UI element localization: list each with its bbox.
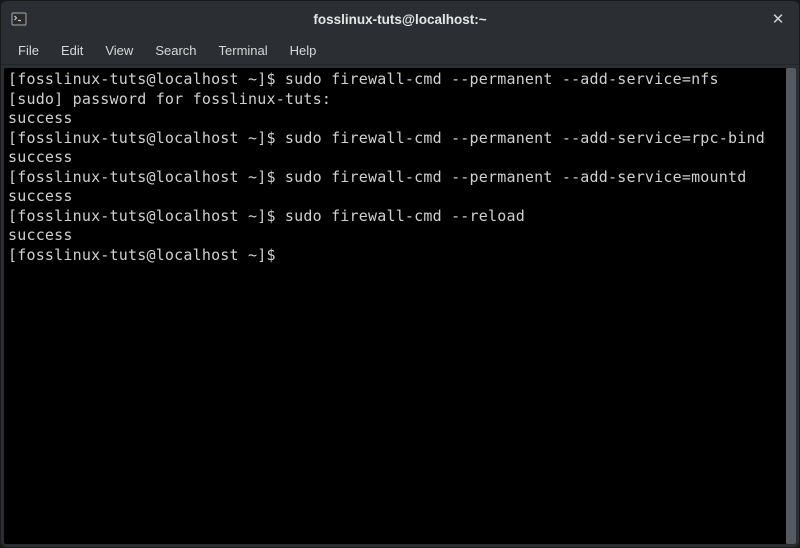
menu-search[interactable]: Search [144, 39, 207, 62]
terminal-line: [sudo] password for fosslinux-tuts: [8, 90, 331, 108]
terminal-line: [fosslinux-tuts@localhost ~]$ sudo firew… [8, 129, 765, 147]
titlebar: fosslinux-tuts@localhost:~ ✕ [1, 1, 799, 37]
terminal-line: [fosslinux-tuts@localhost ~]$ [8, 246, 285, 264]
close-button[interactable]: ✕ [767, 8, 789, 30]
terminal-line: [fosslinux-tuts@localhost ~]$ sudo firew… [8, 70, 719, 88]
terminal-line: success [8, 187, 73, 205]
menu-help[interactable]: Help [279, 39, 328, 62]
menu-file[interactable]: File [7, 39, 50, 62]
terminal-output[interactable]: [fosslinux-tuts@localhost ~]$ sudo firew… [4, 68, 786, 544]
scrollbar[interactable] [786, 68, 796, 544]
window-title: fosslinux-tuts@localhost:~ [313, 12, 486, 27]
terminal-line: [fosslinux-tuts@localhost ~]$ sudo firew… [8, 168, 746, 186]
terminal-line: success [8, 109, 73, 127]
scrollbar-thumb[interactable] [786, 68, 796, 544]
terminal-area: [fosslinux-tuts@localhost ~]$ sudo firew… [4, 68, 796, 544]
terminal-line: success [8, 226, 73, 244]
close-icon: ✕ [772, 10, 785, 28]
menubar: File Edit View Search Terminal Help [1, 37, 799, 65]
terminal-line: [fosslinux-tuts@localhost ~]$ sudo firew… [8, 207, 525, 225]
menu-edit[interactable]: Edit [50, 39, 94, 62]
terminal-line: success [8, 148, 73, 166]
terminal-app-icon [11, 11, 27, 27]
terminal-window: fosslinux-tuts@localhost:~ ✕ File Edit V… [1, 1, 799, 547]
menu-terminal[interactable]: Terminal [208, 39, 279, 62]
menu-view[interactable]: View [94, 39, 144, 62]
